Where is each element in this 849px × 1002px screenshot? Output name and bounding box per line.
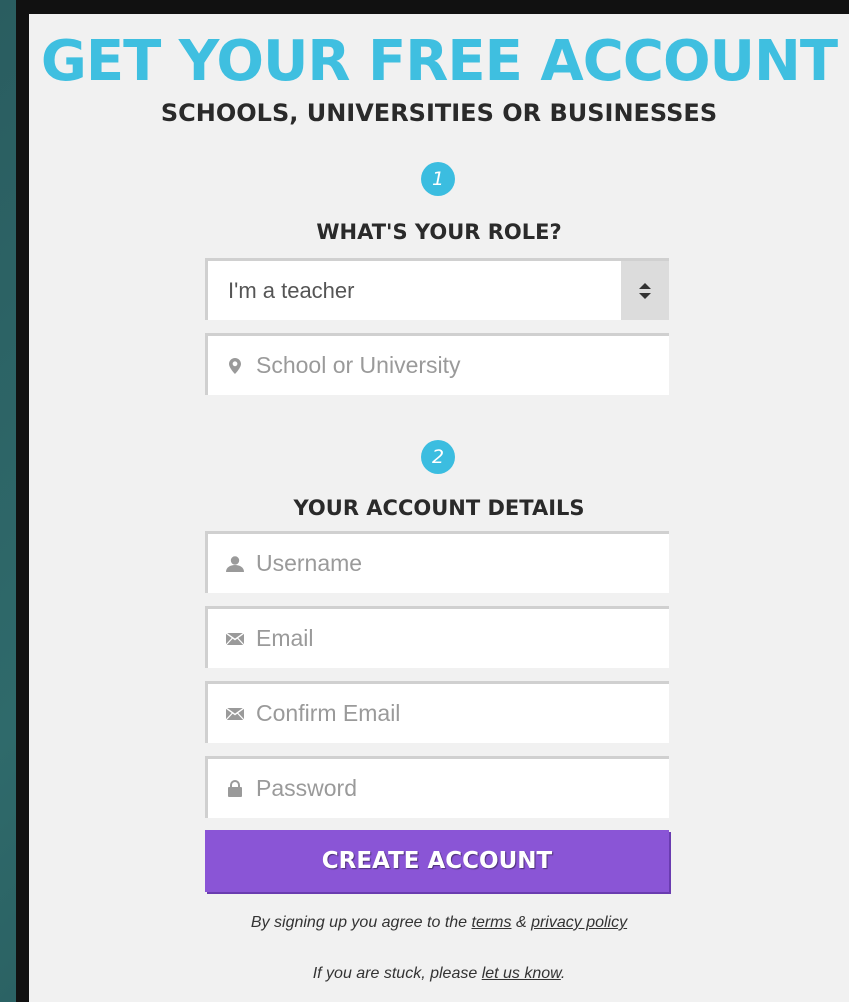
role-select-value: I'm a teacher <box>228 278 355 303</box>
account-details-heading: YOUR ACCOUNT DETAILS <box>293 496 585 520</box>
map-pin-icon <box>224 336 246 395</box>
role-select[interactable]: I'm a teacher <box>205 258 669 320</box>
help-notice: If you are stuck, please let us know. <box>29 965 849 983</box>
confirm-email-field[interactable]: Confirm Email <box>205 681 669 743</box>
terms-prefix: By signing up you agree to the <box>250 914 472 931</box>
privacy-policy-link[interactable]: privacy policy <box>531 914 627 931</box>
school-field[interactable]: School or University <box>205 333 669 395</box>
school-placeholder: School or University <box>256 352 461 378</box>
step-2-badge: 2 <box>421 440 455 474</box>
envelope-icon <box>224 684 246 743</box>
password-field[interactable]: Password <box>205 756 669 818</box>
terms-amp: & <box>511 914 532 931</box>
create-account-button[interactable]: CREATE ACCOUNT <box>205 830 669 892</box>
terms-link[interactable]: terms <box>472 914 512 931</box>
let-us-know-link[interactable]: let us know <box>482 965 561 982</box>
signup-panel: GET YOUR FREE ACCOUNT SCHOOLS, UNIVERSIT… <box>29 14 849 1002</box>
role-heading: WHAT'S YOUR ROLE? <box>316 220 562 244</box>
email-placeholder: Email <box>256 625 314 651</box>
username-field[interactable]: Username <box>205 531 669 593</box>
select-arrows-icon <box>621 261 669 320</box>
email-field[interactable]: Email <box>205 606 669 668</box>
envelope-icon <box>224 609 246 668</box>
page-subtitle: SCHOOLS, UNIVERSITIES OR BUSINESSES <box>160 99 718 127</box>
help-suffix: . <box>560 965 566 982</box>
terms-notice: By signing up you agree to the terms & p… <box>29 914 849 932</box>
confirm-email-placeholder: Confirm Email <box>256 700 401 726</box>
help-prefix: If you are stuck, please <box>312 965 482 982</box>
username-placeholder: Username <box>256 550 363 576</box>
user-icon <box>224 534 246 593</box>
lock-icon <box>224 759 246 818</box>
password-placeholder: Password <box>256 775 357 801</box>
page-title: GET YOUR FREE ACCOUNT <box>40 29 838 94</box>
step-1-badge: 1 <box>421 162 455 196</box>
